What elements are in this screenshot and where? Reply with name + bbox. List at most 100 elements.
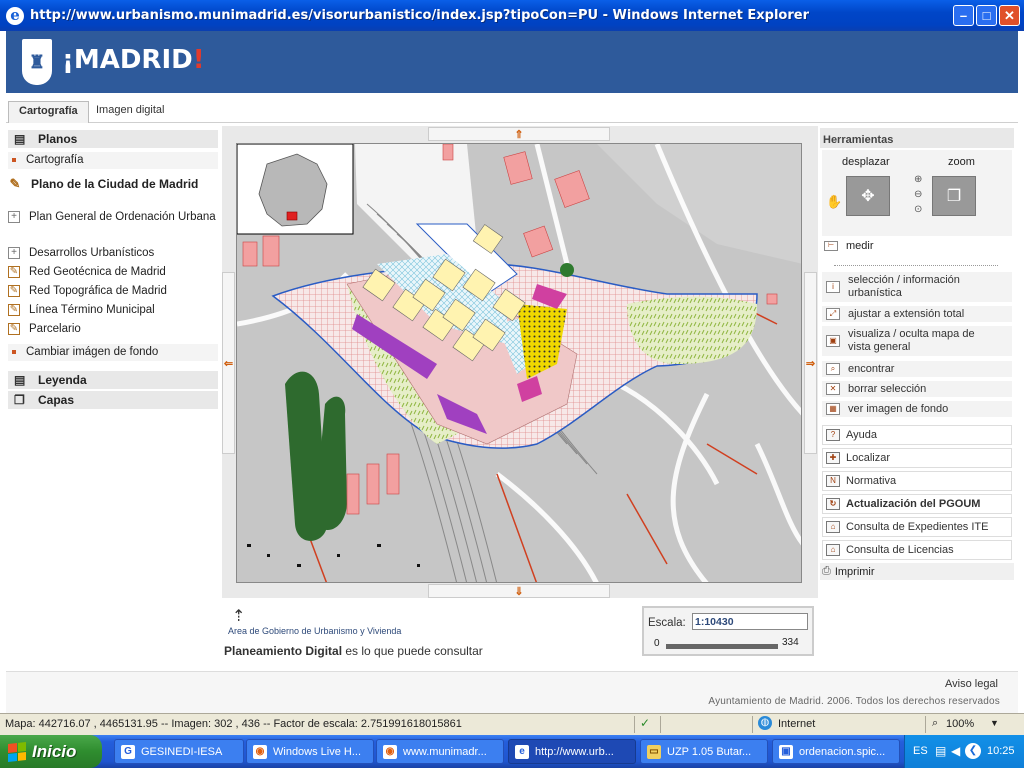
section-planos-label: Planos bbox=[38, 132, 78, 146]
firefox-icon: ◉ bbox=[383, 744, 397, 759]
map-drawing bbox=[237, 144, 801, 582]
localizar-button[interactable]: ✚ Localizar bbox=[822, 448, 1012, 468]
borrar-tool[interactable]: ✕ borrar selección bbox=[822, 381, 1012, 397]
item-cambiar-fondo[interactable]: Cambiar imágen de fondo bbox=[8, 344, 218, 361]
internet-explorer-icon: e bbox=[515, 744, 529, 759]
section-planos[interactable]: ▤ Planos bbox=[8, 130, 218, 148]
section-capas[interactable]: ❐ Capas bbox=[8, 391, 218, 409]
planeamiento-rest: es lo que puede consultar bbox=[342, 644, 483, 658]
section-leyenda[interactable]: ▤ Leyenda bbox=[8, 371, 218, 389]
zoom-out-icon[interactable]: ⊖ bbox=[914, 187, 922, 202]
item-plan-general[interactable]: + Plan General de Ordenación Urbana bbox=[8, 211, 218, 224]
start-button[interactable]: Inicio bbox=[0, 735, 102, 768]
tools-divider bbox=[834, 265, 998, 266]
language-indicator[interactable]: ES bbox=[913, 745, 928, 757]
zoom-rect-icon: ❐ bbox=[946, 188, 962, 205]
start-label: Inicio bbox=[32, 741, 77, 761]
item-red-geotecnica[interactable]: ✎ Red Geotécnica de Madrid bbox=[8, 266, 218, 279]
move-icon: ✥ bbox=[861, 188, 875, 205]
expedientes-button[interactable]: ⌂ Consulta de Expedientes ITE bbox=[822, 517, 1012, 537]
item-linea-termino-label: Línea Término Municipal bbox=[29, 304, 155, 317]
encontrar-tool[interactable]: ⌕ encontrar bbox=[822, 361, 1012, 377]
status-separator bbox=[752, 716, 753, 733]
pan-north-button[interactable]: ⇑ bbox=[428, 127, 610, 141]
pan-east-button[interactable]: ⇒ bbox=[804, 272, 817, 454]
zoom-window-icon[interactable]: ⊙ bbox=[914, 202, 922, 217]
actualizacion-button[interactable]: ↻ Actualización del PGOUM bbox=[822, 494, 1012, 514]
taskbar-item[interactable]: ▭ UZP 1.05 Butar... bbox=[640, 739, 768, 764]
section-leyenda-label: Leyenda bbox=[38, 373, 87, 387]
item-desarrollos[interactable]: + Desarrollos Urbanísticos bbox=[8, 247, 218, 260]
item-cambiar-fondo-label: Cambiar imágen de fondo bbox=[26, 346, 159, 358]
madrid-logo[interactable]: ¡MADRID! bbox=[62, 45, 205, 75]
fondo-tool[interactable]: ▦ ver imagen de fondo bbox=[822, 401, 1012, 417]
zone-text: Internet bbox=[778, 718, 816, 730]
tools-header: Herramientas bbox=[820, 128, 1014, 148]
legend-icon: ▤ bbox=[14, 373, 26, 387]
ajustar-tool[interactable]: ⤢ ajustar a extensión total bbox=[822, 306, 1012, 322]
pan-pad[interactable]: ✥ bbox=[846, 176, 890, 216]
clock: 10:25 bbox=[987, 745, 1015, 757]
zoom-dropdown-icon[interactable]: ▼ bbox=[990, 718, 999, 728]
window-title-bar[interactable]: e http://www.urbanismo.munimadrid.es/vis… bbox=[0, 0, 1024, 31]
taskbar-item-label: GESINEDI-IESA bbox=[141, 745, 223, 758]
localizar-label: Localizar bbox=[846, 452, 891, 464]
taskbar-item[interactable]: ◉ www.munimadr... bbox=[376, 739, 504, 764]
normativa-button[interactable]: N Normativa bbox=[822, 471, 1012, 491]
zoom-in-icon[interactable]: ⊕ bbox=[914, 172, 922, 187]
layers-stack-icon: ❐ bbox=[14, 393, 25, 407]
tab-imagen-digital[interactable]: Imagen digital bbox=[86, 101, 175, 123]
item-cartografia-label: Cartografía bbox=[26, 154, 84, 166]
license-icon: ⌂ bbox=[826, 544, 840, 556]
item-cartografia[interactable]: Cartografía bbox=[8, 152, 218, 169]
scale-input[interactable] bbox=[692, 613, 808, 630]
taskbar-item[interactable]: ▣ ordenacion.spic... bbox=[772, 739, 900, 764]
licencias-label: Consulta de Licencias bbox=[846, 544, 954, 556]
imprimir-button[interactable]: ⎙ Imprimir bbox=[820, 563, 1014, 580]
site-header: ♜ ¡MADRID! bbox=[6, 31, 1018, 93]
item-red-topografica-label: Red Topográfica de Madrid bbox=[29, 285, 167, 298]
map-canvas[interactable] bbox=[236, 143, 802, 583]
taskbar-item[interactable]: ◉ Windows Live H... bbox=[246, 739, 374, 764]
item-parcelario[interactable]: ✎ Parcelario bbox=[8, 323, 218, 336]
item-red-topografica[interactable]: ✎ Red Topográfica de Madrid bbox=[8, 285, 218, 298]
licencias-button[interactable]: ⌂ Consulta de Licencias bbox=[822, 540, 1012, 560]
pan-west-button[interactable]: ⇐ bbox=[222, 272, 235, 454]
section-capas-label: Capas bbox=[38, 393, 75, 407]
network-icon[interactable]: ▤ bbox=[935, 744, 946, 758]
minimize-button[interactable]: – bbox=[953, 5, 974, 26]
tab-cartografia[interactable]: Cartografía bbox=[8, 101, 89, 123]
taskbar-item-active[interactable]: e http://www.urb... bbox=[508, 739, 636, 764]
item-parcelario-label: Parcelario bbox=[29, 323, 81, 336]
page-status-icon: ✓ bbox=[640, 716, 651, 730]
edit-icon: ✎ bbox=[8, 323, 20, 335]
scale-label: Escala: bbox=[648, 617, 686, 629]
zoom-level[interactable]: 100% bbox=[946, 718, 974, 730]
aviso-legal-link[interactable]: Aviso legal bbox=[945, 678, 998, 690]
globe-icon: ◍ bbox=[758, 716, 772, 730]
taskbar-item[interactable]: G GESINEDI-IESA bbox=[114, 739, 244, 764]
maximize-button[interactable]: □ bbox=[976, 5, 997, 26]
actualizacion-label: Actualización del PGOUM bbox=[846, 498, 981, 510]
medir-tool[interactable]: ⊢ medir bbox=[824, 240, 874, 252]
volume-icon[interactable]: ◀ bbox=[951, 744, 960, 758]
nav-tools: desplazar zoom ✋ ✥ ⊕ ⊖ ⊙ ❐ bbox=[822, 150, 1012, 236]
seleccion-tool[interactable]: i selección / información urbanística bbox=[822, 272, 1012, 302]
pan-south-button[interactable]: ⇓ bbox=[428, 584, 610, 598]
hand-icon[interactable]: ✋ bbox=[826, 194, 842, 210]
item-plano-ciudad[interactable]: ✎ Plano de la Ciudad de Madrid bbox=[8, 175, 218, 191]
close-button[interactable]: ✕ bbox=[999, 5, 1020, 26]
status-separator bbox=[634, 716, 635, 733]
logo-exclamation: ! bbox=[192, 45, 205, 75]
planeamiento-bold: Planeamiento Digital bbox=[224, 644, 343, 658]
vista-general-tool[interactable]: ▣ visualiza / oculta mapa de vista genera… bbox=[822, 326, 1012, 356]
plus-box-icon: + bbox=[8, 211, 20, 223]
edit-icon: ✎ bbox=[9, 175, 21, 191]
taskbar-item-label: Windows Live H... bbox=[273, 745, 362, 758]
window-title: http://www.urbanismo.munimadrid.es/visor… bbox=[30, 8, 809, 23]
chevron-left-icon[interactable]: ❮ bbox=[965, 743, 981, 759]
status-separator bbox=[925, 716, 926, 733]
item-linea-termino[interactable]: ✎ Línea Término Municipal bbox=[8, 304, 218, 317]
zoom-pad[interactable]: ❐ bbox=[932, 176, 976, 216]
ayuda-button[interactable]: ? Ayuda bbox=[822, 425, 1012, 445]
